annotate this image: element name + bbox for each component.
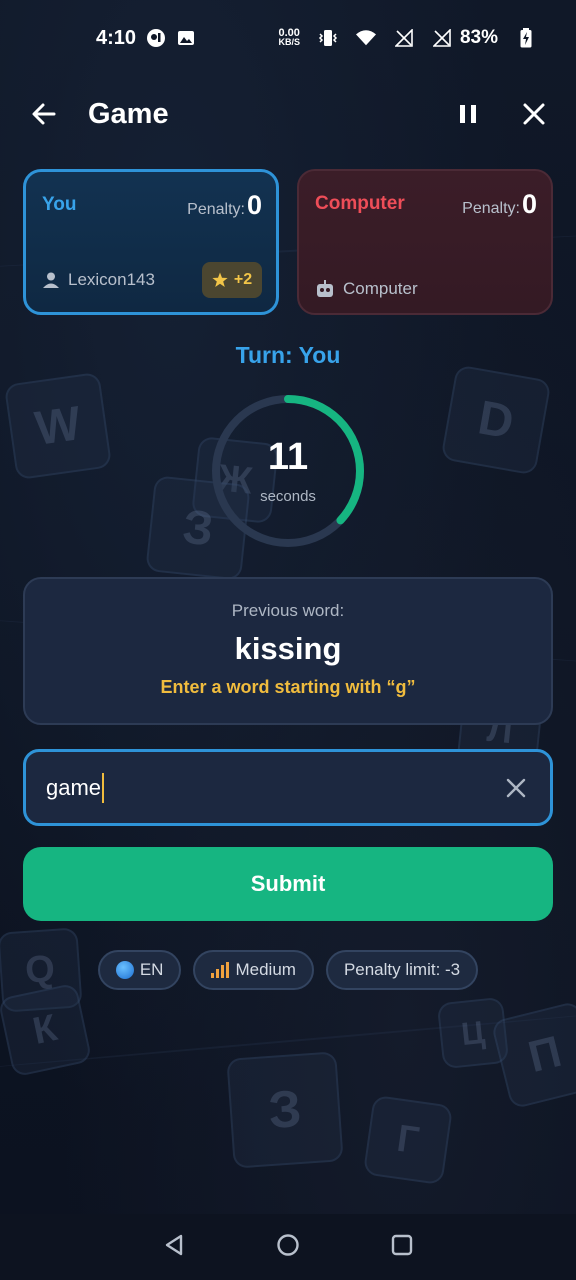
penalty-limit-chip: Penalty limit: -3 xyxy=(325,950,479,990)
person-icon xyxy=(43,272,59,288)
penalty-score: Penalty: 0 xyxy=(187,190,262,221)
timer-unit: seconds xyxy=(260,488,316,505)
player-username: Lexicon143 xyxy=(42,270,155,290)
image-notification-icon xyxy=(176,28,196,48)
word-input[interactable]: game xyxy=(23,749,553,826)
text-caret xyxy=(102,772,105,803)
timer-value: 11 xyxy=(267,436,309,478)
pause-button[interactable] xyxy=(448,94,488,134)
player-name: Computer xyxy=(315,193,405,214)
player-card-computer: Computer Penalty: 0 Computer xyxy=(297,169,553,315)
no-signal-icon xyxy=(394,28,414,48)
wifi-icon xyxy=(355,28,376,48)
penalty-label: Penalty: xyxy=(462,200,520,217)
turn-indicator: Turn: You xyxy=(235,342,341,368)
vibrate-icon xyxy=(318,28,338,48)
player-name: You xyxy=(42,194,77,215)
bonus-badge: +2 xyxy=(202,262,262,298)
penalty-value: 0 xyxy=(246,190,262,220)
penalty-label: Penalty: xyxy=(187,201,245,218)
pause-icon xyxy=(460,105,476,123)
player-card-you: You Penalty: 0 Lexicon143 +2 xyxy=(23,169,279,315)
signal-bars-icon xyxy=(211,962,230,978)
app-header: Game xyxy=(0,76,576,152)
back-button[interactable] xyxy=(24,94,64,134)
nav-recents-button[interactable] xyxy=(390,1233,414,1262)
close-icon xyxy=(523,103,545,125)
clear-input-button[interactable] xyxy=(502,774,530,802)
bg-letter-tile: З xyxy=(226,1051,344,1169)
bg-letter-tile: Г xyxy=(362,1094,454,1186)
star-icon xyxy=(212,272,228,287)
page-title: Game xyxy=(88,97,169,130)
previous-word: kissing xyxy=(234,631,342,666)
status-bar: 4:10 0.00 KB/S 83% xyxy=(0,0,576,76)
close-icon xyxy=(506,778,526,797)
submit-button[interactable]: Submit xyxy=(23,847,553,921)
bg-letter-tile: D xyxy=(440,364,552,476)
no-signal-icon xyxy=(432,28,452,48)
difficulty-chip: Medium xyxy=(193,950,314,990)
penalty-score: Penalty: 0 xyxy=(462,189,537,220)
battery-level: 83% xyxy=(459,27,498,48)
network-speed: 0.00 KB/S xyxy=(278,27,300,47)
bg-letter-tile: W xyxy=(3,371,113,481)
game-settings-chips: EN Medium Penalty limit: -3 xyxy=(0,950,576,990)
close-button[interactable] xyxy=(514,94,554,134)
bg-letter-tile: К xyxy=(0,982,93,1078)
countdown-timer: 11 seconds xyxy=(209,392,367,550)
triangle-back-icon xyxy=(165,1234,183,1255)
robot-icon xyxy=(317,280,333,297)
previous-word-panel: Previous word: kissing Enter a word star… xyxy=(23,577,553,725)
previous-word-label: Previous word: xyxy=(231,601,345,620)
battery-charging-icon xyxy=(516,28,536,48)
word-hint: Enter a word starting with “g” xyxy=(160,677,416,697)
status-time: 4:10 xyxy=(96,26,137,49)
circle-home-icon xyxy=(277,1233,299,1256)
square-recents-icon xyxy=(391,1234,413,1255)
globe-icon xyxy=(115,961,134,979)
word-input-value[interactable]: game xyxy=(46,775,101,801)
system-navigation-bar xyxy=(0,1214,576,1280)
language-chip: EN xyxy=(97,950,182,990)
arrow-left-icon xyxy=(32,103,56,125)
nav-back-button[interactable] xyxy=(162,1233,186,1262)
nav-home-button[interactable] xyxy=(276,1233,300,1262)
notification-app-icon xyxy=(146,28,166,48)
penalty-value: 0 xyxy=(521,189,537,219)
player-username: Computer xyxy=(315,279,418,299)
